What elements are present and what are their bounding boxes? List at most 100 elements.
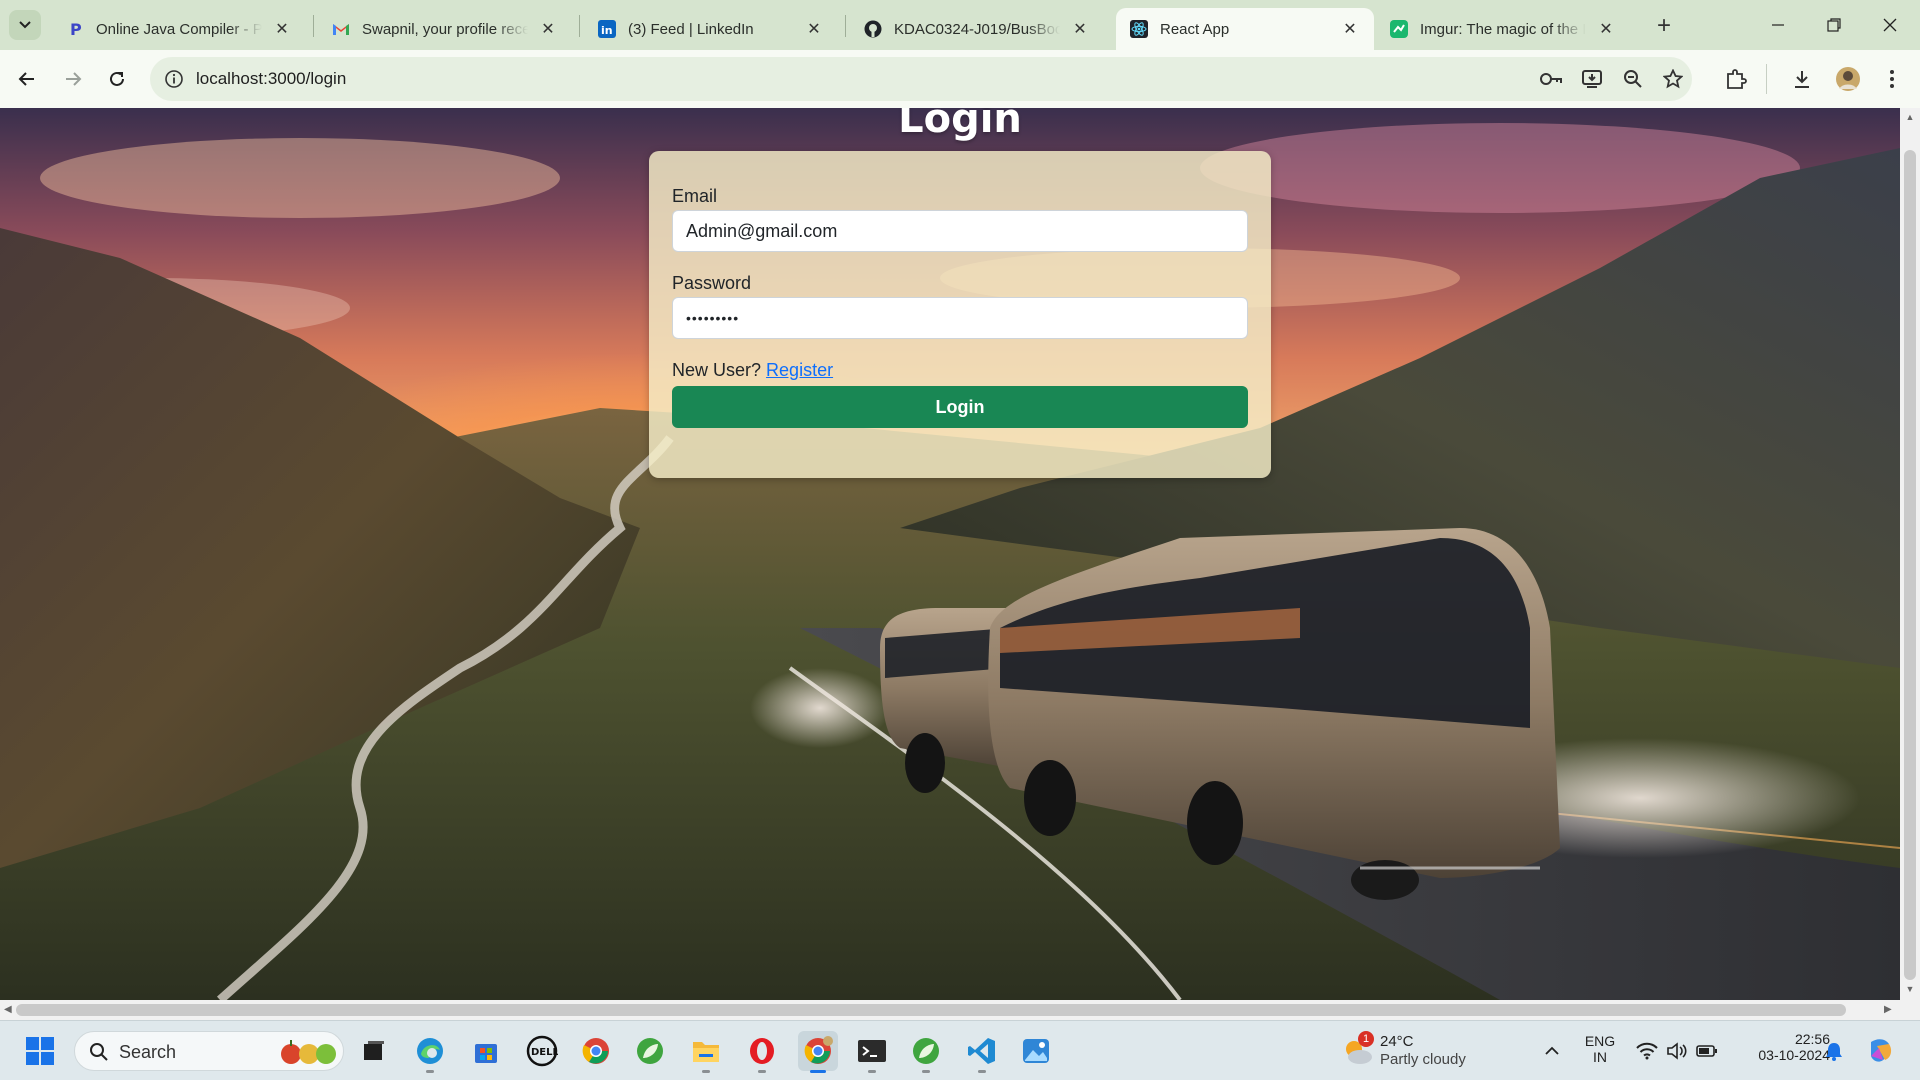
taskbar-store[interactable] <box>466 1031 506 1071</box>
tab-react-app[interactable]: React App ✕ <box>1116 8 1374 50</box>
plus-icon: + <box>1656 12 1671 39</box>
horizontal-scroll-thumb[interactable] <box>16 1004 1846 1016</box>
tab-search-button[interactable] <box>9 10 41 40</box>
tab-separator <box>313 15 314 37</box>
taskbar-dell[interactable]: DELL <box>522 1031 562 1071</box>
taskbar-search[interactable]: Search <box>74 1031 344 1071</box>
close-icon[interactable]: ✕ <box>1070 19 1090 39</box>
notifications-button[interactable] <box>1816 1031 1852 1071</box>
taskbar-vscode[interactable] <box>962 1031 1002 1073</box>
new-user-prompt: New User? Register <box>672 360 833 381</box>
taskbar-task-view[interactable] <box>354 1031 394 1071</box>
menu-kebab-icon[interactable] <box>1878 65 1906 93</box>
close-icon[interactable]: ✕ <box>272 19 292 39</box>
dell-icon: DELL <box>526 1035 558 1067</box>
start-button[interactable] <box>20 1031 60 1071</box>
scroll-left-arrow-icon[interactable]: ◀ <box>4 1004 12 1015</box>
login-button[interactable]: Login <box>672 386 1248 428</box>
clock[interactable]: 22:56 03-10-2024 <box>1730 1031 1830 1063</box>
back-button[interactable] <box>12 64 42 94</box>
search-label: Search <box>119 1042 177 1062</box>
bookmark-star-icon[interactable] <box>1661 68 1685 90</box>
taskbar-terminal[interactable] <box>852 1031 892 1073</box>
wifi-icon <box>1636 1042 1658 1060</box>
new-tab-button[interactable]: + <box>1650 12 1678 40</box>
restore-icon <box>1827 18 1841 32</box>
tab-imgur[interactable]: Imgur: The magic of the Internet ✕ <box>1376 8 1630 50</box>
language-code: ENG <box>1584 1033 1616 1049</box>
tab-strip: P Online Java Compiler - Programiz ✕ Swa… <box>0 0 1920 50</box>
horizontal-scrollbar[interactable]: ◀ ▶ <box>0 1000 1920 1020</box>
taskbar-opera[interactable] <box>742 1031 782 1073</box>
chrome-icon <box>804 1036 833 1064</box>
running-indicator <box>810 1070 826 1073</box>
tray-overflow-button[interactable] <box>1534 1031 1570 1071</box>
tab-programiz[interactable]: P Online Java Compiler - Programiz ✕ <box>52 8 306 50</box>
tab-title: Imgur: The magic of the Internet <box>1420 20 1586 38</box>
speaker-icon <box>1667 1042 1687 1060</box>
taskbar-photos[interactable] <box>1016 1031 1056 1071</box>
taskbar-chrome-1[interactable] <box>576 1031 616 1071</box>
close-window-button[interactable] <box>1862 0 1918 50</box>
taskbar-green-app-2[interactable] <box>906 1031 946 1073</box>
tab-title: (3) Feed | LinkedIn <box>628 20 754 38</box>
close-icon <box>1883 18 1897 32</box>
password-key-icon[interactable] <box>1539 68 1563 90</box>
windows-taskbar: Search DELL 1 24°C Partly cloudy ENG IN … <box>0 1020 1920 1080</box>
taskbar-chrome-2[interactable] <box>798 1031 838 1073</box>
taskbar-edge[interactable] <box>410 1031 450 1073</box>
tab-github[interactable]: KDAC0324-J019/BusBooking ✕ <box>850 8 1104 50</box>
tab-separator <box>845 15 846 37</box>
scroll-up-arrow-icon[interactable]: ▲ <box>1905 112 1915 122</box>
fruits-highlight-icon <box>281 1040 336 1064</box>
github-icon <box>864 20 882 38</box>
volume-button[interactable] <box>1660 1031 1694 1071</box>
address-bar[interactable]: localhost:3000/login <box>150 57 1692 101</box>
close-icon[interactable]: ✕ <box>804 19 824 39</box>
language-indicator[interactable]: ENG IN <box>1580 1033 1620 1065</box>
scroll-down-arrow-icon[interactable]: ▼ <box>1905 984 1915 994</box>
restore-button[interactable] <box>1806 0 1862 50</box>
info-icon[interactable] <box>164 69 184 89</box>
clock-time: 22:56 <box>1794 1031 1830 1047</box>
running-indicator <box>702 1070 710 1073</box>
folder-icon <box>693 1042 719 1062</box>
close-icon[interactable]: ✕ <box>1596 19 1616 39</box>
tab-title: KDAC0324-J019/BusBooking <box>894 20 1060 38</box>
chrome-icon <box>582 1038 609 1064</box>
linkedin-icon: in <box>598 20 616 38</box>
reload-button[interactable] <box>102 64 132 94</box>
minimize-button[interactable] <box>1750 0 1806 50</box>
zoom-icon[interactable] <box>1621 68 1645 90</box>
downloads-icon[interactable] <box>1788 65 1816 93</box>
battery-button[interactable] <box>1690 1031 1724 1071</box>
close-icon[interactable]: ✕ <box>1340 19 1360 39</box>
weather-widget[interactable]: 1 24°C Partly cloudy <box>1340 1031 1480 1073</box>
email-field[interactable]: Admin@gmail.com <box>672 210 1248 252</box>
battery-icon <box>1696 1045 1717 1057</box>
tab-linkedin[interactable]: in (3) Feed | LinkedIn ✕ <box>584 8 838 50</box>
extensions-icon[interactable] <box>1722 65 1750 93</box>
taskbar-file-explorer[interactable] <box>686 1031 726 1073</box>
copilot-button[interactable] <box>1860 1031 1900 1071</box>
tab-title: Swapnil, your profile received <box>362 20 528 38</box>
password-field[interactable]: ••••••••• <box>672 297 1248 339</box>
url-text[interactable]: localhost:3000/login <box>196 69 346 89</box>
tab-gmail[interactable]: Swapnil, your profile received ✕ <box>318 8 572 50</box>
vertical-scroll-thumb[interactable] <box>1904 150 1916 980</box>
forward-button[interactable] <box>58 64 88 94</box>
scroll-right-arrow-icon[interactable]: ▶ <box>1884 1004 1892 1015</box>
clock-date: 03-10-2024 <box>1758 1047 1830 1063</box>
taskbar-green-app-1[interactable] <box>630 1031 670 1071</box>
close-icon[interactable]: ✕ <box>538 19 558 39</box>
install-app-icon[interactable] <box>1580 68 1604 90</box>
password-label: Password <box>672 273 752 293</box>
gmail-icon <box>332 20 350 38</box>
wifi-button[interactable] <box>1630 1031 1664 1071</box>
register-link[interactable]: Register <box>766 360 833 380</box>
new-user-text: New User? <box>672 360 762 380</box>
profile-avatar[interactable] <box>1834 65 1862 93</box>
copilot-icon <box>1871 1039 1892 1062</box>
weather-description: Partly cloudy <box>1380 1051 1466 1068</box>
vertical-scrollbar[interactable]: ▲ ▼ <box>1900 108 1920 1000</box>
